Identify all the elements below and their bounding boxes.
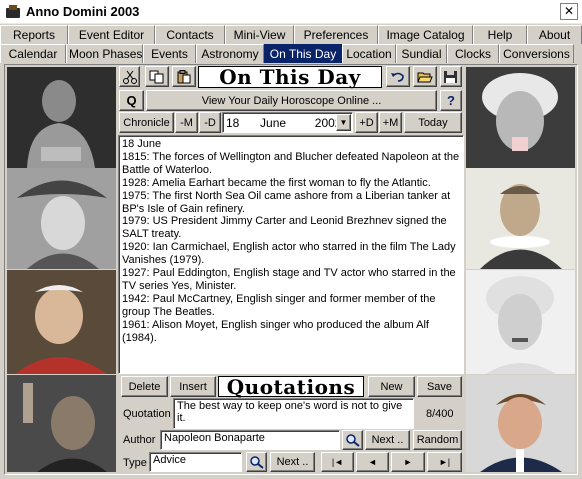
new-quotation-button[interactable]: New (368, 376, 415, 397)
quotations-title: Quotations (218, 375, 364, 399)
paste-icon (177, 69, 191, 83)
event-line: 1979: US President Jimmy Carter and Leon… (122, 215, 447, 241)
tab-location[interactable]: Location (342, 44, 396, 63)
type-next-button[interactable]: Next .. (270, 452, 315, 472)
paste-button[interactable] (172, 66, 196, 87)
window-title: Anno Domini 2003 (26, 4, 140, 19)
close-button[interactable]: ✕ (560, 3, 578, 20)
plus-day-button[interactable]: +D (355, 112, 378, 133)
scientist-portrait (466, 67, 575, 168)
president-portrait (466, 375, 575, 472)
pope-portrait (7, 270, 116, 374)
horoscope-link-button[interactable]: View Your Daily Horoscope Online ... (146, 90, 437, 111)
previous-record-icon[interactable]: ◄ (356, 452, 389, 472)
insert-button[interactable]: Insert (170, 376, 216, 397)
event-line: 1942: Paul McCartney, English singer and… (122, 292, 436, 318)
tab-conversions[interactable]: Conversions (499, 44, 574, 63)
tab-preferences[interactable]: Preferences (294, 25, 378, 44)
events-text-area[interactable]: 18 June 1815: The forces of Wellington a… (118, 135, 464, 374)
search-icon (249, 456, 264, 469)
quotation-label: Quotation (123, 408, 171, 420)
tab-on-this-day[interactable]: On This Day (264, 44, 342, 63)
search-icon (345, 434, 360, 447)
author-search-button[interactable] (342, 430, 363, 450)
event-line: 1961: Alison Moyet, English singer who p… (122, 318, 429, 344)
undo-icon (391, 72, 404, 82)
type-field[interactable]: Advice (149, 452, 242, 472)
chronicle-button[interactable]: Chronicle (119, 112, 174, 133)
copy-icon (149, 70, 164, 83)
author-field[interactable]: Napoleon Bonaparte (160, 430, 340, 450)
event-line: 1975: The first North Sea Oil came ashor… (122, 189, 451, 215)
minus-day-button[interactable]: -D (199, 112, 221, 133)
tab-clocks[interactable]: Clocks (447, 44, 499, 63)
copy-button[interactable] (145, 66, 169, 87)
random-button[interactable]: Random (413, 430, 462, 450)
tab-row-2: Calendar Moon Phases Events Astronomy On… (0, 44, 574, 63)
tab-sundial[interactable]: Sundial (396, 44, 447, 63)
save-file-button[interactable] (440, 66, 462, 87)
quotation-field[interactable]: The best way to keep one's word is not t… (173, 398, 414, 429)
plus-month-button[interactable]: +M (379, 112, 402, 133)
tab-contacts[interactable]: Contacts (155, 25, 225, 44)
tab-row-1: Reports Event Editor Contacts Mini-View … (0, 25, 582, 44)
first-record-icon[interactable]: |◄ (321, 452, 354, 472)
type-label: Type (123, 457, 147, 469)
minus-month-button[interactable]: -M (175, 112, 198, 133)
scissors-icon (122, 70, 137, 84)
man-in-hat-portrait (7, 168, 116, 269)
tab-astronomy[interactable]: Astronomy (196, 44, 264, 63)
tab-about[interactable]: About (527, 25, 582, 44)
tab-help[interactable]: Help (473, 25, 527, 44)
event-line: 1920: Ian Carmichael, English actor who … (122, 241, 456, 267)
boxer-portrait (7, 67, 116, 168)
tab-moon-phases[interactable]: Moon Phases (66, 44, 143, 63)
tab-image-catalog[interactable]: Image Catalog (378, 25, 473, 44)
tab-events[interactable]: Events (143, 44, 196, 63)
today-button[interactable]: Today (404, 112, 462, 133)
quotation-counter: 8/400 (426, 408, 454, 420)
pointing-man-portrait (7, 375, 116, 472)
tab-mini-view[interactable]: Mini-View (225, 25, 294, 44)
page-title: On This Day (198, 65, 382, 89)
chevron-down-icon[interactable]: ▼ (336, 114, 351, 131)
event-line: 1928: Amelia Earhart became the first wo… (122, 176, 431, 189)
open-button[interactable] (413, 66, 437, 87)
open-folder-icon (417, 72, 433, 82)
delete-button[interactable]: Delete (121, 376, 168, 397)
title-bar: Anno Domini 2003 ✕ (0, 0, 582, 24)
help-button[interactable]: ? (440, 90, 462, 111)
tab-calendar[interactable]: Calendar (0, 44, 66, 63)
date-day: 18 (226, 116, 240, 130)
tab-event-editor[interactable]: Event Editor (68, 25, 155, 44)
actress-portrait (466, 270, 575, 374)
q-button[interactable]: Q (119, 90, 144, 111)
bard-portrait (466, 168, 575, 269)
author-label: Author (123, 434, 156, 446)
date-month: June (260, 116, 287, 130)
app-icon (5, 4, 21, 19)
save-quotation-button[interactable]: Save (417, 376, 462, 397)
floppy-disk-icon (444, 70, 457, 83)
author-next-button[interactable]: Next .. (365, 430, 410, 450)
cut-button[interactable] (119, 66, 140, 87)
last-record-icon[interactable]: ►| (427, 452, 462, 472)
undo-button[interactable] (386, 66, 410, 87)
date-select[interactable]: 18 June 2002 ▼ (222, 112, 353, 133)
type-search-button[interactable] (246, 452, 267, 472)
event-line: 18 June (122, 138, 162, 150)
next-record-icon[interactable]: ► (391, 452, 425, 472)
event-line: 1815: The forces of Wellington and Bluch… (122, 150, 460, 176)
tab-reports[interactable]: Reports (0, 25, 68, 44)
event-line: 1927: Paul Eddington, English stage and … (122, 267, 456, 292)
